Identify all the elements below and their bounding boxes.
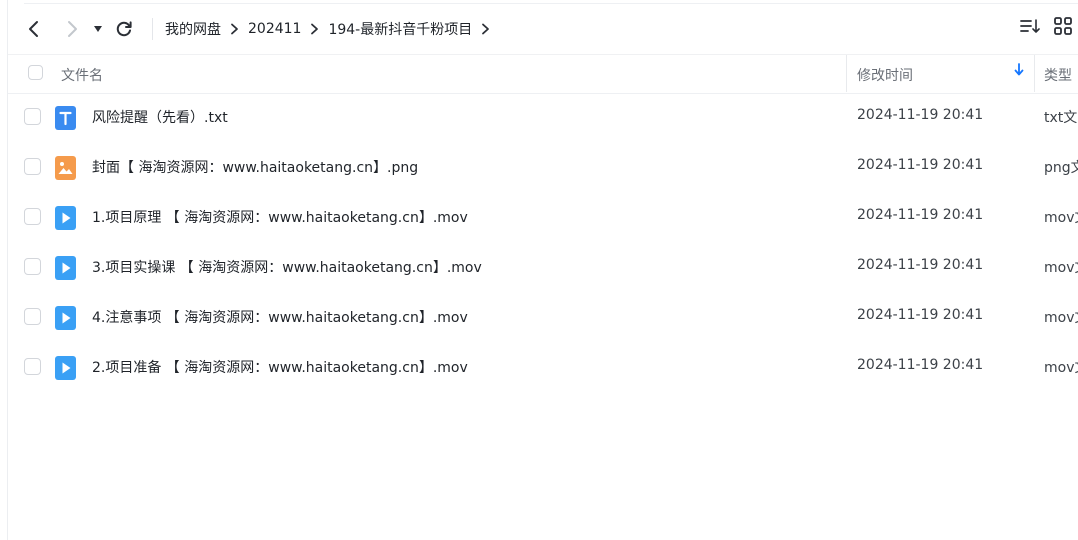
history-dropdown-button[interactable] — [88, 15, 108, 43]
toolbar: 我的网盘 202411 194-最新抖音千粉项目 — [8, 4, 1078, 54]
image-file-icon — [55, 156, 76, 184]
file-name[interactable]: 1.项目原理 【 海淘资源网：www.haitaoketang.cn】.mov — [92, 207, 468, 227]
file-modified-time: 2024-11-19 20:41 — [857, 307, 984, 323]
file-row[interactable]: 3.项目实操课 【 海淘资源网：www.haitaoketang.cn】.mov… — [8, 242, 1078, 292]
refresh-icon — [116, 21, 132, 37]
arrow-down-icon[interactable] — [1014, 63, 1024, 81]
file-checkbox[interactable] — [24, 358, 41, 375]
caret-down-icon — [94, 26, 102, 32]
file-checkbox[interactable] — [24, 158, 41, 175]
breadcrumb: 我的网盘 202411 194-最新抖音千粉项目 — [165, 19, 499, 39]
file-row[interactable]: 封面【 海淘资源网：www.haitaoketang.cn】.png 2024-1… — [8, 142, 1078, 192]
video-file-icon — [55, 356, 76, 384]
chevron-right-icon — [68, 21, 77, 37]
file-type: mov文 — [1044, 260, 1078, 276]
file-checkbox[interactable] — [24, 258, 41, 275]
breadcrumb-item-current[interactable]: 194-最新抖音千粉项目 — [328, 19, 472, 39]
breadcrumb-item-root[interactable]: 我的网盘 — [165, 19, 221, 39]
file-modified-time: 2024-11-19 20:41 — [857, 157, 984, 173]
file-checkbox[interactable] — [24, 208, 41, 225]
file-name[interactable]: 4.注意事项 【 海淘资源网：www.haitaoketang.cn】.mov — [92, 307, 468, 327]
back-button[interactable] — [20, 15, 48, 43]
column-divider — [846, 55, 847, 92]
file-modified-time: 2024-11-19 20:41 — [857, 257, 984, 273]
breadcrumb-item-folder[interactable]: 202411 — [248, 21, 301, 37]
file-row[interactable]: 2.项目准备 【 海淘资源网：www.haitaoketang.cn】.mov 2… — [8, 342, 1078, 392]
file-modified-time: 2024-11-19 20:41 — [857, 357, 984, 373]
file-name[interactable]: 风险提醒（先看）.txt — [92, 107, 228, 127]
column-divider — [1034, 55, 1035, 92]
file-type: mov文 — [1044, 310, 1078, 326]
file-row[interactable]: 4.注意事项 【 海淘资源网：www.haitaoketang.cn】.mov 2… — [8, 292, 1078, 342]
video-file-icon — [55, 256, 76, 284]
file-modified-time: 2024-11-19 20:41 — [857, 107, 984, 123]
select-all-checkbox[interactable] — [28, 65, 43, 80]
column-header-modified[interactable]: 修改时间 — [857, 65, 913, 85]
file-name[interactable]: 3.项目实操课 【 海淘资源网：www.haitaoketang.cn】.mov — [92, 257, 482, 277]
file-type: txt文 — [1044, 110, 1078, 126]
file-type: mov文 — [1044, 360, 1078, 376]
video-file-icon — [55, 306, 76, 334]
forward-button[interactable] — [58, 15, 86, 43]
file-list: 风险提醒（先看）.txt 2024-11-19 20:41 txt文封面【 海淘资源… — [8, 92, 1078, 392]
file-modified-time: 2024-11-19 20:41 — [857, 207, 984, 223]
video-file-icon — [55, 206, 76, 234]
chevron-right-icon[interactable] — [481, 23, 490, 35]
chevron-right-icon — [230, 23, 239, 35]
file-list-header: 文件名 修改时间 类型 — [8, 54, 1078, 94]
refresh-button[interactable] — [110, 15, 138, 43]
file-row[interactable]: 风险提醒（先看）.txt 2024-11-19 20:41 txt文 — [8, 92, 1078, 142]
chevron-right-icon — [310, 23, 319, 35]
file-type: png文 — [1044, 160, 1078, 176]
file-checkbox[interactable] — [24, 308, 41, 325]
grid-icon[interactable] — [1054, 17, 1072, 39]
toolbar-divider — [152, 18, 153, 40]
chevron-left-icon — [29, 21, 38, 37]
column-header-type[interactable]: 类型 — [1044, 65, 1072, 85]
txt-file-icon — [55, 106, 76, 134]
column-header-name[interactable]: 文件名 — [61, 65, 103, 85]
file-row[interactable]: 1.项目原理 【 海淘资源网：www.haitaoketang.cn】.mov 2… — [8, 192, 1078, 242]
file-name[interactable]: 封面【 海淘资源网：www.haitaoketang.cn】.png — [92, 157, 418, 177]
view-controls — [1020, 17, 1072, 39]
sort-list-icon[interactable] — [1020, 17, 1040, 39]
file-name[interactable]: 2.项目准备 【 海淘资源网：www.haitaoketang.cn】.mov — [92, 357, 468, 377]
file-checkbox[interactable] — [24, 108, 41, 125]
file-type: mov文 — [1044, 210, 1078, 226]
